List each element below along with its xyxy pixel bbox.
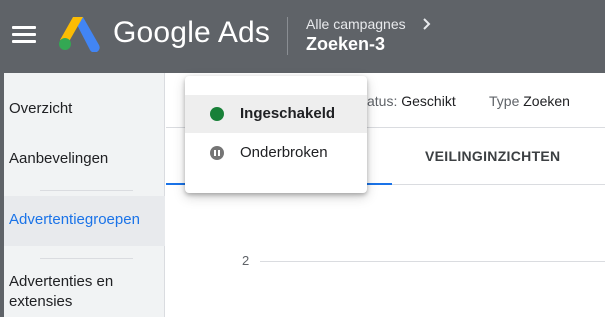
status-option-paused[interactable]: Onderbroken	[185, 134, 367, 172]
green-dot-icon	[210, 107, 224, 121]
status-dropdown-menu: Ingeschakeld Onderbroken	[185, 76, 367, 193]
status-option-label: Onderbroken	[240, 144, 328, 161]
status-label: atus:	[367, 93, 398, 109]
type-label: Type	[489, 93, 520, 109]
pause-icon	[210, 146, 224, 160]
main-menu-icon[interactable]	[12, 26, 36, 46]
breadcrumb-all-campaigns-link[interactable]: Alle campagnes	[306, 16, 406, 32]
current-campaign-name[interactable]: Zoeken-3	[306, 34, 385, 55]
nav-item-ad-groups[interactable]: Advertentiegroepen	[4, 196, 165, 246]
campaign-status: atus: Geschikt	[367, 93, 456, 109]
status-option-label: Ingeschakeld	[240, 105, 336, 122]
nav-divider	[40, 190, 133, 191]
nav-item-label-line1: Advertenties en	[9, 273, 114, 290]
nav-item-overview[interactable]: Overzicht	[9, 99, 72, 119]
nav-item-label-line2: extensies	[9, 293, 73, 310]
chart-gridline	[260, 261, 605, 262]
status-option-enabled[interactable]: Ingeschakeld	[185, 95, 367, 133]
nav-divider	[40, 258, 133, 259]
sidebar-edge	[0, 73, 4, 317]
chart-y-tick-label: 2	[242, 253, 250, 268]
type-value: Zoeken	[523, 93, 570, 109]
google-ads-logo-icon	[59, 17, 100, 52]
product-name: Google Ads	[113, 16, 271, 49]
tab-auction-insights[interactable]: VEILINGINZICHTEN	[425, 148, 560, 164]
nav-item-recommendations[interactable]: Aanbevelingen	[9, 149, 108, 169]
campaign-type: Type Zoeken	[489, 93, 570, 109]
status-value: Geschikt	[401, 93, 456, 109]
nav-item-ads-and-extensions[interactable]: Advertenties en extensies	[9, 272, 113, 312]
chevron-right-icon[interactable]	[421, 17, 433, 31]
header-divider	[287, 17, 288, 55]
